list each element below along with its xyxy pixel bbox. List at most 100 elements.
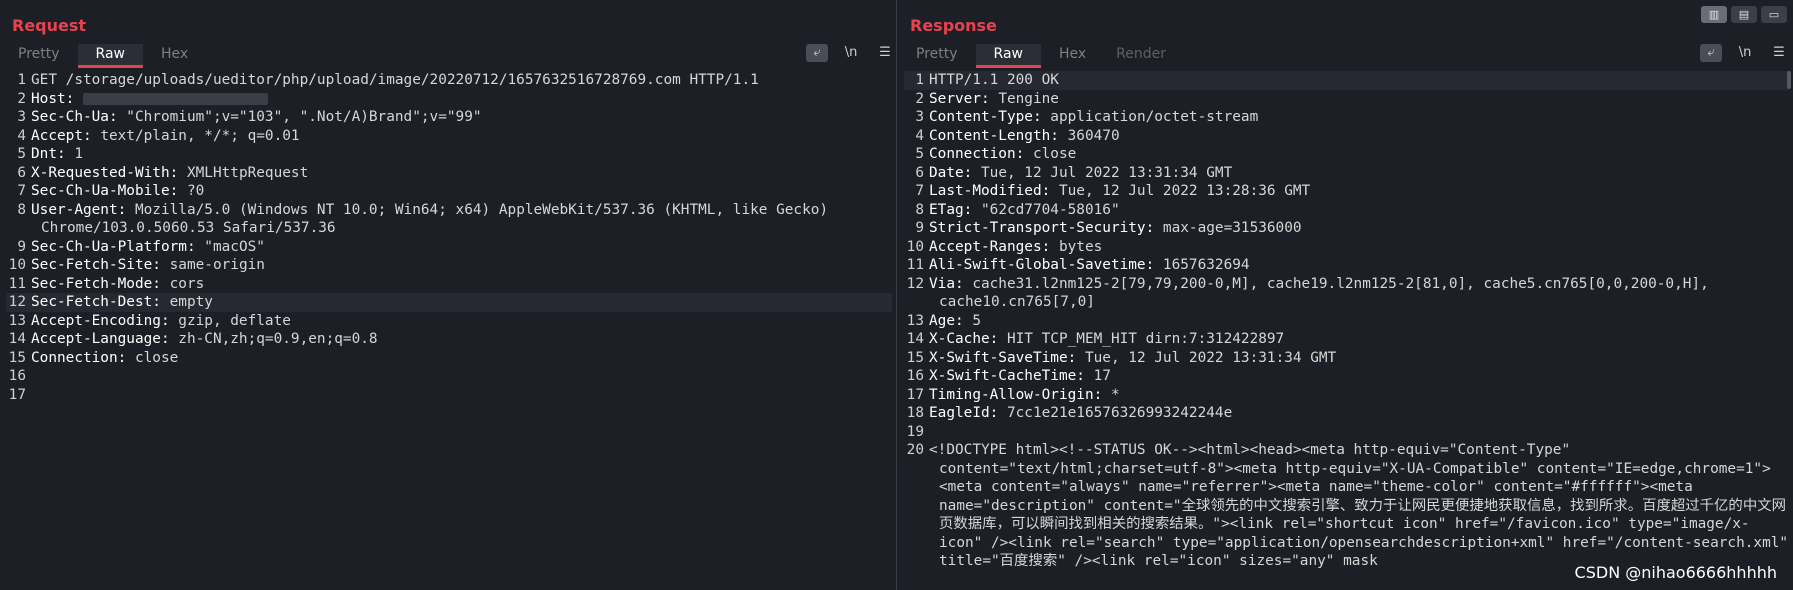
show-newlines-icon[interactable]: \n — [1734, 44, 1756, 62]
response-scrollbar[interactable] — [1787, 71, 1791, 89]
editor-line[interactable]: 16 — [6, 367, 892, 386]
editor-line[interactable]: 15 Connection: close — [6, 349, 892, 368]
response-title: Response — [910, 16, 997, 35]
request-toolbar: ⤶ \n ☰ — [794, 44, 896, 62]
line-content: EagleId: 7cc1e21e16576326993242244e — [929, 404, 1789, 423]
header-value: empty — [160, 294, 213, 310]
header-value: ?0 — [178, 183, 205, 199]
editor-line[interactable]: 12 Sec-Fetch-Dest: empty — [6, 293, 892, 312]
line-number: 17 — [906, 386, 924, 403]
line-content: Accept-Language: zh-CN,zh;q=0.9,en;q=0.8 — [31, 330, 892, 349]
line-content: Sec-Fetch-Dest: empty — [31, 293, 892, 312]
header-value: max-age=31536000 — [1154, 220, 1302, 236]
editor-line[interactable]: 8 User-Agent: Mozilla/5.0 (Windows NT 10.… — [6, 201, 892, 238]
editor-line[interactable]: 11 Sec-Fetch-Mode: cors — [6, 275, 892, 294]
line-content: Connection: close — [929, 145, 1789, 164]
response-tab-pretty[interactable]: Pretty — [904, 44, 970, 68]
line-number: 9 — [17, 238, 26, 255]
editor-line[interactable]: 12 Via: cache31.l2nm125-2[79,79,200-0,M],… — [904, 275, 1789, 312]
line-number: 19 — [906, 423, 924, 440]
request-editor[interactable]: 1 GET /storage/uploads/ueditor/php/upload… — [6, 71, 892, 590]
line-content: Sec-Fetch-Site: same-origin — [31, 256, 892, 275]
menu-icon[interactable]: ☰ — [874, 44, 896, 62]
line-number: 6 — [915, 164, 924, 181]
editor-line[interactable]: 13 Accept-Encoding: gzip, deflate — [6, 312, 892, 331]
single-layout-icon[interactable]: ▭ — [1761, 6, 1787, 23]
editor-line[interactable]: 4 Content-Length: 360470 — [904, 127, 1789, 146]
line-content: Content-Length: 360470 — [929, 127, 1789, 146]
editor-line[interactable]: 14 X-Cache: HIT TCP_MEM_HIT dirn:7:312422… — [904, 330, 1789, 349]
line-number: 18 — [906, 405, 924, 421]
line-content: Sec-Fetch-Mode: cors — [31, 275, 892, 294]
request-tabs: Pretty Raw Hex — [6, 44, 206, 68]
editor-line[interactable]: 1 HTTP/1.1 200 OK — [904, 71, 1789, 90]
stacked-layout-icon[interactable]: ▤ — [1731, 6, 1757, 23]
line-content: ETag: "62cd7704-58016" — [929, 201, 1789, 220]
header-name: EagleId: — [929, 405, 999, 421]
header-value: gzip, deflate — [169, 312, 291, 329]
request-tab-hex[interactable]: Hex — [149, 44, 200, 68]
editor-line[interactable]: 7 Sec-Ch-Ua-Mobile: ?0 — [6, 182, 892, 201]
header-value: 5 — [963, 312, 981, 329]
editor-line[interactable]: 5 Connection: close — [904, 145, 1789, 164]
editor-line[interactable]: 15 X-Swift-SaveTime: Tue, 12 Jul 2022 13:… — [904, 349, 1789, 368]
header-name: Server: — [929, 90, 990, 107]
line-number: 6 — [17, 164, 26, 181]
response-tab-render[interactable]: Render — [1104, 44, 1178, 68]
header-value: "62cd7704-58016" — [972, 201, 1120, 218]
wrap-lines-icon[interactable]: ⤶ — [806, 44, 828, 62]
line-content: <!DOCTYPE html><!--STATUS OK--><html><he… — [929, 441, 1789, 571]
line-number: 10 — [8, 257, 26, 273]
editor-line[interactable]: 7 Last-Modified: Tue, 12 Jul 2022 13:28:3… — [904, 182, 1789, 201]
line-content: User-Agent: Mozilla/5.0 (Windows NT 10.0… — [31, 201, 892, 238]
line-content: Last-Modified: Tue, 12 Jul 2022 13:28:36… — [929, 182, 1789, 201]
editor-line[interactable]: 8 ETag: "62cd7704-58016" — [904, 201, 1789, 220]
request-tab-pretty[interactable]: Pretty — [6, 44, 72, 68]
editor-line[interactable]: 6 X-Requested-With: XMLHttpRequest — [6, 164, 892, 183]
request-tab-raw[interactable]: Raw — [77, 44, 143, 68]
editor-line[interactable]: 2 Host: — [6, 90, 892, 109]
header-name: X-Requested-With: — [31, 164, 179, 181]
editor-line[interactable]: 1 GET /storage/uploads/ueditor/php/upload… — [6, 71, 892, 90]
editor-line[interactable]: 16 X-Swift-CacheTime: 17 — [904, 367, 1789, 386]
line-content: Timing-Allow-Origin: * — [929, 386, 1789, 405]
header-value: application/octet-stream — [1041, 109, 1259, 125]
wrap-lines-icon[interactable]: ⤶ — [1700, 44, 1722, 62]
editor-line[interactable]: 17 — [6, 386, 892, 405]
line-content: Sec-Ch-Ua-Platform: "macOS" — [31, 238, 892, 257]
editor-line[interactable]: 11 Ali-Swift-Global-Savetime: 1657632694 — [904, 256, 1789, 275]
line-number: 7 — [915, 183, 924, 199]
header-value: XMLHttpRequest — [178, 164, 309, 181]
editor-line[interactable]: 4 Accept: text/plain, */*; q=0.01 — [6, 127, 892, 146]
header-value: 1657632694 — [1154, 257, 1250, 273]
line-number: 13 — [906, 312, 924, 329]
menu-icon[interactable]: ☰ — [1768, 44, 1790, 62]
editor-line[interactable]: 3 Content-Type: application/octet-stream — [904, 108, 1789, 127]
editor-line[interactable]: 17 Timing-Allow-Origin: * — [904, 386, 1789, 405]
editor-line[interactable]: 13 Age: 5 — [904, 312, 1789, 331]
editor-line[interactable]: 10 Sec-Fetch-Site: same-origin — [6, 256, 892, 275]
editor-line[interactable]: 18 EagleId: 7cc1e21e16576326993242244e — [904, 404, 1789, 423]
response-tab-hex[interactable]: Hex — [1047, 44, 1098, 68]
editor-line[interactable]: 6 Date: Tue, 12 Jul 2022 13:31:34 GMT — [904, 164, 1789, 183]
header-name: Last-Modified: — [929, 183, 1051, 199]
editor-line[interactable]: 14 Accept-Language: zh-CN,zh;q=0.9,en;q=0… — [6, 330, 892, 349]
show-newlines-icon[interactable]: \n — [840, 44, 862, 62]
editor-line[interactable]: 5 Dnt: 1 — [6, 145, 892, 164]
editor-line[interactable]: 3 Sec-Ch-Ua: "Chromium";v="103", ".Not/A)… — [6, 108, 892, 127]
header-name: Sec-Fetch-Dest: — [31, 294, 161, 310]
editor-line[interactable]: 10 Accept-Ranges: bytes — [904, 238, 1789, 257]
editor-line[interactable]: 20 <!DOCTYPE html><!--STATUS OK--><html><… — [904, 441, 1789, 571]
editor-line[interactable]: 2 Server: Tengine — [904, 90, 1789, 109]
line-content: Accept-Ranges: bytes — [929, 238, 1789, 257]
line-number: 4 — [17, 127, 26, 144]
editor-line[interactable]: 19 — [904, 423, 1789, 442]
editor-line[interactable]: 9 Sec-Ch-Ua-Platform: "macOS" — [6, 238, 892, 257]
response-editor[interactable]: 1 HTTP/1.1 200 OK 2 Server: Tengine 3 Content… — [904, 71, 1789, 590]
line-number: 2 — [17, 90, 26, 107]
redacted-value — [83, 92, 268, 105]
side-by-side-layout-icon[interactable]: ▥ — [1701, 6, 1727, 23]
header-name: Accept-Encoding: — [31, 312, 170, 329]
editor-line[interactable]: 9 Strict-Transport-Security: max-age=3153… — [904, 219, 1789, 238]
response-tab-raw[interactable]: Raw — [975, 44, 1041, 68]
